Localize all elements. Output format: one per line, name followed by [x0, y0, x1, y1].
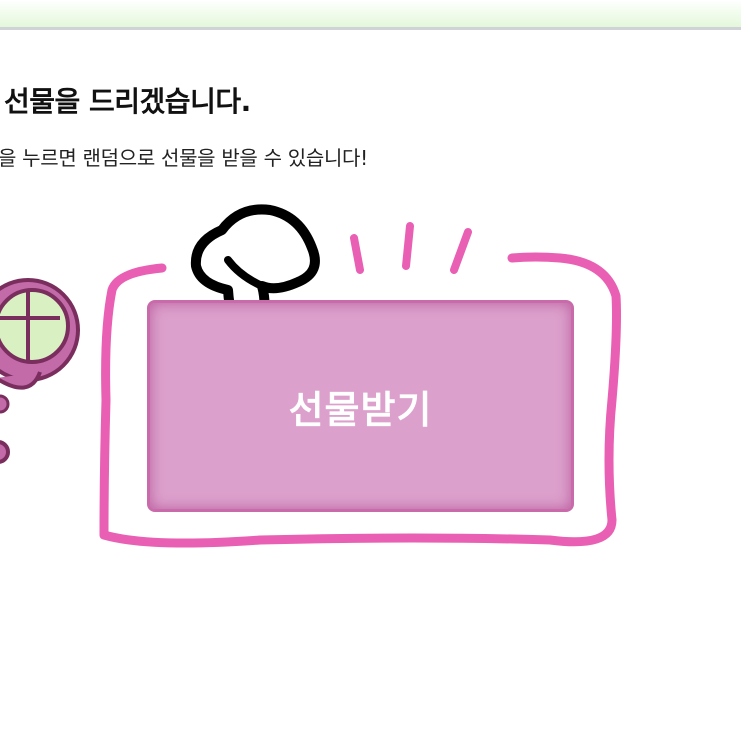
mascot-character-icon	[0, 278, 80, 464]
top-divider	[0, 27, 741, 30]
receive-gift-button-label: 선물받기	[288, 389, 433, 432]
page-title: 선물을 드리겠습니다.	[4, 85, 251, 118]
browser-top-strip	[0, 0, 741, 27]
emphasis-marks	[350, 222, 472, 274]
page-subtitle: 을 누르면 랜덤으로 선물을 받을 수 있습니다!	[0, 146, 368, 170]
page: 선물을 드리겠습니다. 을 누르면 랜덤으로 선물을 받을 수 있습니다! 선물…	[0, 0, 741, 741]
receive-gift-button[interactable]: 선물받기	[147, 300, 574, 512]
